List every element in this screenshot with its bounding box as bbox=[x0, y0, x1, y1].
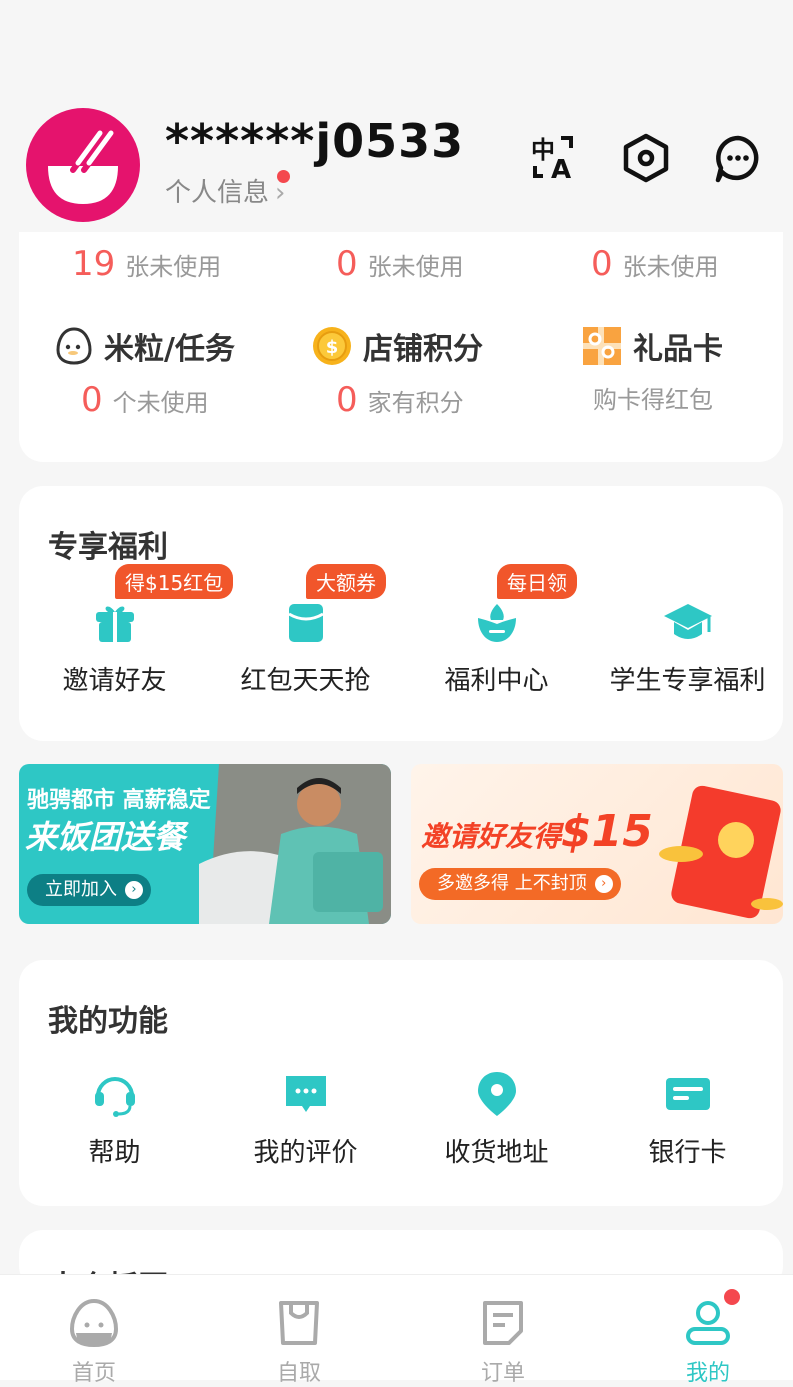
unused-count: 0 bbox=[336, 244, 358, 284]
function-help[interactable]: 帮助 bbox=[19, 1070, 210, 1169]
tab-label: 自取 bbox=[276, 1361, 321, 1386]
invite-friends-banner[interactable]: 邀请好友得$15 多邀多得 上不封顶 › bbox=[411, 764, 783, 924]
benefit-label: 邀请好友 bbox=[62, 666, 167, 696]
tab-label: 我的 bbox=[685, 1361, 730, 1386]
exclusive-benefits-card: 专享福利 得$15红包 邀请好友 大额券 红包天天抢 每日领 福利中心 学生专享… bbox=[19, 486, 783, 741]
profile-header: ******j0533 个人信息 › 中 A bbox=[0, 100, 793, 230]
rice-tasks-item[interactable]: 米粒/任务 bbox=[54, 324, 235, 368]
invite-more-label: 多邀多得 上不封顶 bbox=[437, 873, 587, 894]
bottom-tab-bar: 首页 自取 订单 我的 bbox=[0, 1274, 793, 1386]
gift-card-sub: 购卡得红包 bbox=[593, 380, 713, 415]
unused-count: 19 bbox=[72, 244, 116, 284]
unused-count: 0 bbox=[591, 244, 613, 284]
banner-headline-text: 邀请好友得 bbox=[421, 820, 562, 853]
asset-name: 礼品卡 bbox=[633, 332, 723, 367]
tab-orders[interactable]: 订单 bbox=[443, 1297, 563, 1387]
chevron-right-icon: › bbox=[594, 875, 613, 893]
personal-info-link[interactable]: 个人信息 › bbox=[165, 170, 290, 209]
unused-label: 张未使用 bbox=[125, 253, 222, 281]
svg-text:$: $ bbox=[326, 337, 339, 358]
asset-count: 0 bbox=[81, 380, 103, 420]
translate-icon[interactable]: 中 A bbox=[525, 128, 585, 188]
join-now-button[interactable]: 立即加入 › bbox=[27, 874, 151, 906]
bank-card-icon bbox=[665, 1078, 710, 1110]
benefit-tag: 每日领 bbox=[497, 564, 577, 599]
rice-tasks-sub: 0 个未使用 bbox=[81, 380, 209, 420]
function-my-reviews[interactable]: 我的评价 bbox=[210, 1070, 401, 1169]
tab-label: 首页 bbox=[71, 1361, 116, 1386]
section-title: 专享福利 bbox=[48, 530, 168, 565]
personal-info-label: 个人信息 bbox=[165, 178, 270, 208]
coupon-unused-3[interactable]: 0 张未使用 bbox=[591, 244, 719, 284]
function-label: 收货地址 bbox=[444, 1138, 549, 1168]
gift-card-icon bbox=[583, 327, 621, 365]
function-label: 银行卡 bbox=[648, 1138, 727, 1168]
join-now-label: 立即加入 bbox=[45, 879, 117, 900]
store-points-item[interactable]: $ 店铺积分 bbox=[311, 324, 483, 368]
asset-name: 店铺积分 bbox=[363, 332, 483, 367]
notification-dot bbox=[724, 1289, 740, 1305]
headset-icon bbox=[94, 1077, 135, 1117]
section-title: 我的功能 bbox=[48, 1004, 168, 1039]
benefit-label: 红包天天抢 bbox=[240, 666, 371, 696]
store-points-sub: 0 家有积分 bbox=[336, 380, 464, 420]
asset-count: 0 bbox=[336, 380, 358, 420]
location-icon bbox=[477, 1072, 516, 1116]
banner-amount: $15 bbox=[561, 806, 653, 857]
courier-recruit-banner[interactable]: 驰骋都市 高薪稳定 来饭团送餐 立即加入 › bbox=[19, 764, 391, 924]
lotus-icon bbox=[477, 604, 516, 642]
tab-label: 订单 bbox=[480, 1361, 525, 1386]
unused-label: 张未使用 bbox=[622, 253, 719, 281]
notification-dot bbox=[277, 170, 290, 183]
benefit-student[interactable]: 学生专享福利 bbox=[592, 600, 783, 697]
asset-sub-label: 个未使用 bbox=[112, 389, 209, 417]
gift-card-item[interactable]: 礼品卡 bbox=[581, 324, 723, 368]
logo-icon bbox=[48, 130, 118, 204]
banner-headline: 来饭团送餐 bbox=[25, 818, 186, 856]
asset-name: 米粒/任务 bbox=[104, 332, 235, 367]
profile-icon bbox=[686, 1301, 730, 1345]
banner-tagline: 驰骋都市 高薪稳定 bbox=[27, 788, 211, 813]
coin-icon: $ bbox=[313, 327, 351, 365]
unused-label: 张未使用 bbox=[367, 253, 464, 281]
comment-icon bbox=[285, 1076, 326, 1112]
asset-sub-label: 家有积分 bbox=[367, 389, 464, 417]
function-label: 我的评价 bbox=[253, 1138, 358, 1168]
avatar[interactable] bbox=[26, 108, 140, 222]
red-envelope-icon bbox=[287, 604, 324, 642]
benefit-welfare-center[interactable]: 每日领 福利中心 bbox=[401, 564, 592, 697]
order-icon bbox=[483, 1301, 523, 1345]
benefit-label: 学生专享福利 bbox=[609, 666, 766, 696]
coupon-unused-1[interactable]: 19 张未使用 bbox=[72, 244, 221, 284]
benefit-invite-friends[interactable]: 得$15红包 邀请好友 bbox=[19, 564, 234, 697]
benefit-tag: 大额券 bbox=[306, 564, 386, 599]
my-functions-card: 我的功能 帮助 我的评价 收货地址 银行卡 bbox=[19, 960, 783, 1206]
benefit-label: 福利中心 bbox=[444, 666, 549, 696]
invite-more-button[interactable]: 多邀多得 上不封顶 › bbox=[419, 868, 621, 900]
benefit-red-envelope[interactable]: 大额券 红包天天抢 bbox=[210, 564, 401, 697]
pickup-bag-icon bbox=[279, 1301, 319, 1345]
assets-card: 19 张未使用 0 张未使用 0 张未使用 米粒/任务 $ 店铺积分 礼品卡 0 个未使… bbox=[19, 232, 783, 462]
settings-icon[interactable] bbox=[616, 128, 676, 188]
message-icon[interactable] bbox=[708, 128, 768, 188]
home-icon bbox=[69, 1298, 119, 1348]
asset-sub-label: 购卡得红包 bbox=[593, 386, 713, 414]
svg-text:A: A bbox=[551, 155, 571, 185]
username: ******j0533 bbox=[165, 114, 465, 168]
function-bank-card[interactable]: 银行卡 bbox=[592, 1070, 783, 1169]
benefit-tag: 得$15红包 bbox=[115, 564, 234, 599]
function-shipping-address[interactable]: 收货地址 bbox=[401, 1070, 592, 1169]
tab-pickup[interactable]: 自取 bbox=[239, 1297, 359, 1387]
graduation-cap-icon bbox=[663, 604, 712, 639]
rice-icon bbox=[56, 327, 92, 365]
function-label: 帮助 bbox=[88, 1138, 141, 1168]
banner-headline: 邀请好友得$15 bbox=[421, 806, 653, 857]
coupon-unused-2[interactable]: 0 张未使用 bbox=[336, 244, 464, 284]
tab-mine[interactable]: 我的 bbox=[648, 1289, 768, 1387]
chevron-right-icon: › bbox=[125, 881, 143, 899]
gift-icon bbox=[95, 606, 134, 642]
tab-home[interactable]: 首页 bbox=[34, 1297, 154, 1387]
